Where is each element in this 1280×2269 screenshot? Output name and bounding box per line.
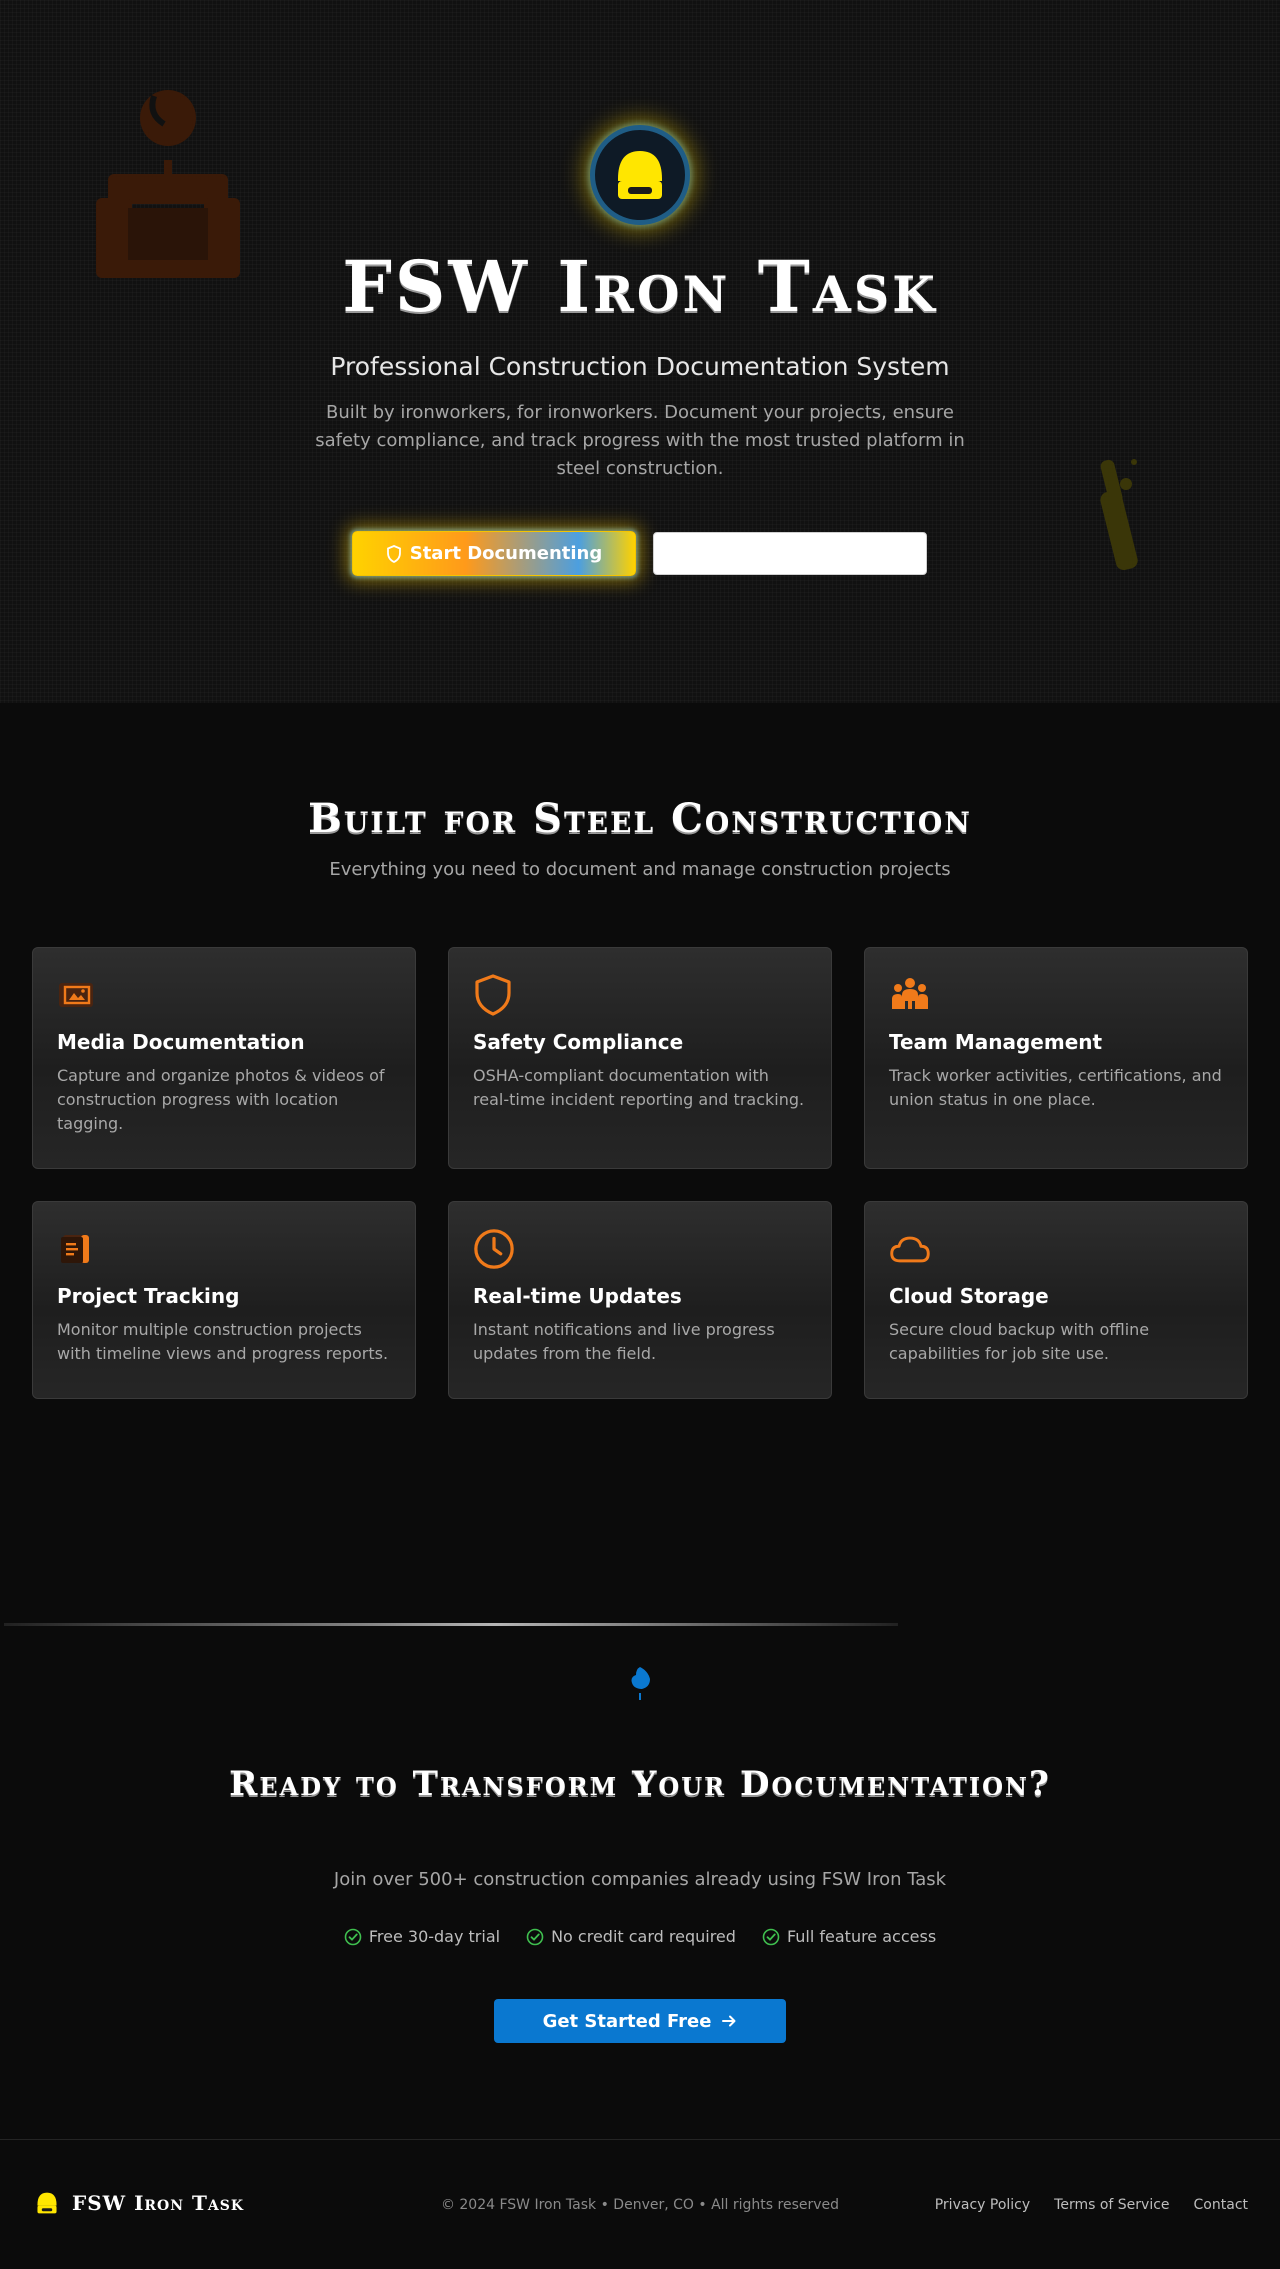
shield-icon <box>386 544 401 563</box>
secondary-button[interactable] <box>653 532 927 575</box>
hero-title: FSW Iron Task <box>342 245 938 328</box>
hero-description: Built by ironworkers, for ironworkers. D… <box>315 402 965 479</box>
card-title: Real-time Updates <box>473 1284 682 1308</box>
card-description: Capture and organize photos & videos of … <box>57 1066 385 1133</box>
check-circle-icon <box>344 1928 362 1945</box>
privacy-policy-link[interactable]: Privacy Policy <box>935 2197 1030 2213</box>
feature-card-safety: Safety Compliance OSHA-compliant documen… <box>448 947 832 1169</box>
check-label: Full feature access <box>786 1927 937 1946</box>
card-title: Safety Compliance <box>473 1030 684 1054</box>
card-title: Cloud Storage <box>889 1284 1049 1308</box>
footer: FSW Iron Task © 2024 FSW Iron Task • Den… <box>0 2139 1280 2269</box>
get-started-button[interactable]: Get Started Free <box>494 1999 786 2043</box>
features-title: Built for Steel Construction <box>308 795 972 842</box>
check-item: No credit card required <box>526 1927 736 1946</box>
start-documenting-label: Start Documenting <box>409 543 603 564</box>
features-section: Built for Steel Construction Everything … <box>0 703 1280 1583</box>
contact-link[interactable]: Contact <box>1194 2197 1248 2213</box>
media-icon <box>59 983 93 1007</box>
cta-checklist: Free 30-day trial No credit card require… <box>0 1927 1280 1946</box>
team-icon <box>892 978 928 1009</box>
check-circle-icon <box>762 1928 780 1945</box>
check-label: No credit card required <box>551 1927 736 1946</box>
cta-subtitle: Join over 500+ construction companies al… <box>333 1869 947 1890</box>
flame-icon <box>631 1667 650 1700</box>
cloud-icon <box>890 1236 930 1263</box>
footer-links: Privacy Policy Terms of Service Contact <box>935 2197 1248 2213</box>
feature-card-team: Team Management Track worker activities,… <box>864 947 1248 1169</box>
clipboard-icon <box>61 1235 89 1263</box>
card-description: Instant notifications and live progress … <box>473 1320 775 1363</box>
hardhat-logo <box>590 125 690 225</box>
card-description: OSHA-compliant documentation with real-t… <box>473 1066 805 1109</box>
section-divider <box>4 1623 898 1626</box>
hero-section: FSW Iron Task Professional Construction … <box>0 0 1280 703</box>
torch-decoration-icon <box>1100 459 1138 571</box>
arrow-right-icon <box>722 2015 736 2027</box>
start-documenting-button[interactable]: Start Documenting <box>352 531 636 576</box>
terms-of-service-link[interactable]: Terms of Service <box>1054 2197 1169 2213</box>
check-item: Free 30-day trial <box>344 1927 500 1946</box>
card-description: Secure cloud backup with offline capabil… <box>889 1320 1150 1363</box>
card-description: Track worker activities, certifications,… <box>889 1066 1222 1109</box>
feature-card-updates: Real-time Updates Instant notifications … <box>448 1201 832 1399</box>
shield-icon <box>475 974 511 1016</box>
cta-title: Ready to Transform Your Documentation? <box>229 1764 1051 1804</box>
card-title: Project Tracking <box>57 1284 240 1308</box>
hero-subtitle: Professional Construction Documentation … <box>330 352 950 381</box>
hardhat-icon <box>618 151 662 199</box>
check-circle-icon <box>526 1928 544 1945</box>
feature-card-project: Project Tracking Monitor multiple constr… <box>32 1201 416 1399</box>
check-item: Full feature access <box>762 1927 936 1946</box>
card-title: Team Management <box>889 1030 1103 1054</box>
card-title: Media Documentation <box>57 1030 305 1054</box>
clock-icon <box>474 1229 514 1269</box>
feature-card-cloud: Cloud Storage Secure cloud backup with o… <box>864 1201 1248 1399</box>
card-description: Monitor multiple construction projects w… <box>57 1320 389 1363</box>
check-label: Free 30-day trial <box>368 1927 501 1946</box>
feature-card-media: Media Documentation Capture and organize… <box>32 947 416 1169</box>
features-subtitle: Everything you need to document and mana… <box>329 859 951 880</box>
get-started-label: Get Started Free <box>542 2010 712 2032</box>
